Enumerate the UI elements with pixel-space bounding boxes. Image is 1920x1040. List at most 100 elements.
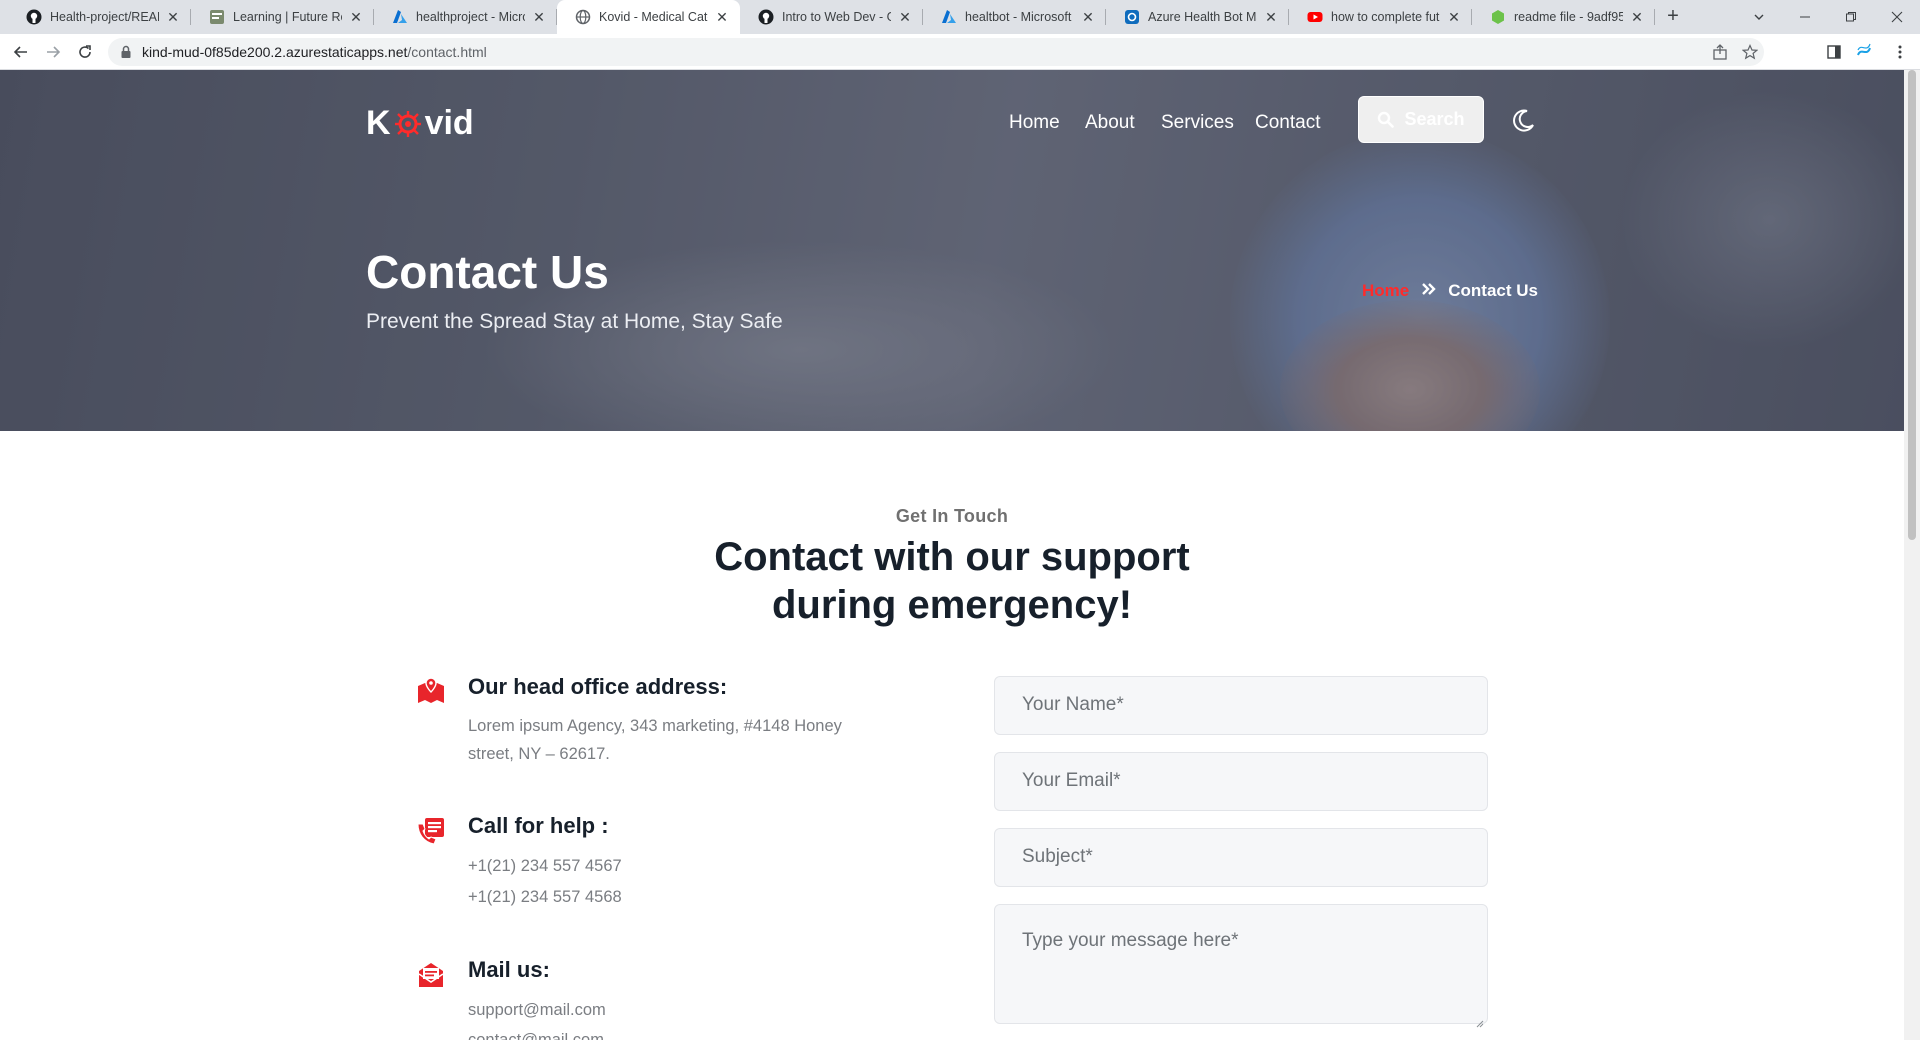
close-tab-icon[interactable]: ✕	[1080, 9, 1096, 25]
tab-title: healtbot - Microsoft A	[965, 10, 1074, 24]
message-textarea[interactable]: Type your message here*	[994, 904, 1488, 1028]
close-tab-icon[interactable]: ✕	[1629, 9, 1645, 25]
logo-text-left: K	[366, 104, 391, 142]
double-chevron-right-icon	[1421, 282, 1436, 301]
new-tab-button[interactable]: +	[1661, 0, 1685, 34]
browser-tab[interactable]: Health-project/READM ✕	[8, 0, 191, 34]
headline-line: during emergency!	[771, 583, 1133, 627]
browser-tab[interactable]: Learning | Future Read ✕	[191, 0, 374, 34]
browser-tab[interactable]: Azure Health Bot Man ✕	[1106, 0, 1289, 34]
subject-input-placeholder: Subject*	[1022, 846, 1093, 867]
share-icon[interactable]	[1712, 44, 1728, 60]
github-icon	[758, 9, 774, 25]
tab-title: Learning | Future Read	[233, 10, 342, 24]
close-tab-icon[interactable]: ✕	[348, 9, 364, 25]
close-tab-icon[interactable]: ✕	[1446, 9, 1462, 25]
hero-overlay	[0, 70, 1904, 431]
learning-icon	[209, 9, 225, 25]
resize-grip-icon[interactable]	[1476, 1012, 1484, 1028]
tab-title: how to complete futur	[1331, 10, 1440, 24]
site-logo[interactable]: K vid	[366, 104, 474, 143]
browser-menu-icon[interactable]	[1888, 40, 1912, 64]
azure-icon	[941, 9, 957, 25]
tab-title: Kovid - Medical Categ	[599, 10, 708, 24]
close-tab-icon[interactable]: ✕	[897, 9, 913, 25]
nav-contact[interactable]: Contact	[1255, 112, 1320, 142]
page-subtitle: Prevent the Spread Stay at Home, Stay Sa…	[366, 310, 783, 333]
close-window-icon[interactable]	[1874, 0, 1920, 34]
close-tab-icon[interactable]: ✕	[1263, 9, 1279, 25]
email-input-placeholder: Your Email*	[1022, 770, 1121, 791]
breadcrumb: Home Contact Us	[1362, 281, 1538, 301]
office-address-line: street, NY – 62617.	[468, 745, 610, 763]
reload-icon[interactable]	[73, 40, 97, 64]
tab-search-icon[interactable]	[1736, 0, 1782, 34]
globe-icon	[575, 9, 591, 25]
office-address-title: Our head office address:	[468, 674, 728, 699]
email-link[interactable]: support@mail.com	[468, 996, 606, 1024]
readme-icon	[1490, 9, 1506, 25]
breadcrumb-current: Contact Us	[1448, 281, 1538, 300]
browser-tab[interactable]: healthproject - Micros ✕	[374, 0, 557, 34]
address-bar[interactable]: kind-mud-0f85de200.2.azurestaticapps.net…	[108, 38, 1764, 66]
section-kicker: Get In Touch	[895, 506, 1009, 526]
forward-arrow-icon[interactable]	[41, 40, 65, 64]
page-scrollbar[interactable]	[1904, 70, 1920, 1040]
mail-envelope-icon	[416, 960, 446, 990]
phone-number-link[interactable]: +1(21) 234 557 4567	[468, 852, 622, 880]
dark-mode-toggle-icon[interactable]	[1510, 108, 1536, 134]
search-icon	[1378, 111, 1395, 128]
mail-us-title: Mail us:	[468, 957, 550, 982]
browser-tab[interactable]: how to complete futur ✕	[1289, 0, 1472, 34]
page-hero-banner: K vid Home About Services Contact Search…	[0, 70, 1904, 431]
minimize-window-icon[interactable]	[1782, 0, 1828, 34]
lock-icon[interactable]	[118, 44, 134, 60]
message-textarea-placeholder: Type your message here*	[1022, 930, 1239, 951]
browser-tab[interactable]: Intro to Web Dev - Git ✕	[740, 0, 923, 34]
subject-input[interactable]: Subject*	[994, 828, 1488, 887]
name-input[interactable]: Your Name*	[994, 676, 1488, 735]
tab-title: Health-project/READM	[50, 10, 159, 24]
search-button-label: Search	[1404, 109, 1465, 129]
tab-title: Azure Health Bot Man	[1148, 10, 1257, 24]
browser-toolbar: kind-mud-0f85de200.2.azurestaticapps.net…	[0, 34, 1920, 70]
tab-separator	[1654, 9, 1655, 25]
email-link[interactable]: contact@mail.com	[468, 1026, 604, 1040]
section-headline: Contact with our support during emergenc…	[0, 533, 1904, 629]
map-location-icon	[416, 676, 446, 706]
browser-tab[interactable]: readme file - 9adf952 ✕	[1472, 0, 1655, 34]
github-icon	[26, 9, 42, 25]
tab-title: Intro to Web Dev - Git	[782, 10, 891, 24]
call-help-title: Call for help :	[468, 813, 609, 838]
browser-tabstrip: Health-project/READM ✕ Learning | Future…	[0, 0, 1920, 34]
url-host: kind-mud-0f85de200.2.azurestaticapps.net	[142, 44, 408, 60]
close-tab-icon[interactable]: ✕	[531, 9, 547, 25]
azure-icon	[392, 9, 408, 25]
name-input-placeholder: Your Name*	[1022, 694, 1124, 715]
back-arrow-icon[interactable]	[9, 40, 33, 64]
close-tab-icon[interactable]: ✕	[714, 9, 730, 25]
restore-window-icon[interactable]	[1828, 0, 1874, 34]
headline-line: Contact with our support	[714, 535, 1190, 579]
phone-support-icon	[416, 816, 446, 846]
browser-tab-active[interactable]: Kovid - Medical Categ ✕	[557, 0, 740, 34]
url-text: kind-mud-0f85de200.2.azurestaticapps.net…	[142, 38, 487, 66]
youtube-icon	[1307, 9, 1323, 25]
search-button[interactable]: Search	[1358, 96, 1484, 143]
browser-tab[interactable]: healtbot - Microsoft A ✕	[923, 0, 1106, 34]
email-input[interactable]: Your Email*	[994, 752, 1488, 811]
phone-number-link[interactable]: +1(21) 234 557 4568	[468, 883, 622, 911]
side-panel-icon[interactable]	[1822, 40, 1846, 64]
office-address-line: Lorem ipsum Agency, 343 marketing, #4148…	[468, 717, 842, 735]
breadcrumb-home-link[interactable]: Home	[1362, 281, 1409, 301]
scrollbar-thumb[interactable]	[1908, 70, 1916, 540]
tab-title: readme file - 9adf952	[1514, 10, 1623, 24]
web-page: K vid Home About Services Contact Search…	[0, 70, 1904, 1040]
nav-about[interactable]: About	[1085, 112, 1135, 142]
extension-icon[interactable]	[1852, 40, 1876, 64]
close-tab-icon[interactable]: ✕	[165, 9, 181, 25]
nav-home[interactable]: Home	[1009, 112, 1060, 142]
bookmark-star-icon[interactable]	[1741, 44, 1759, 60]
nav-services[interactable]: Services	[1161, 112, 1234, 142]
logo-text-right: vid	[424, 104, 474, 142]
